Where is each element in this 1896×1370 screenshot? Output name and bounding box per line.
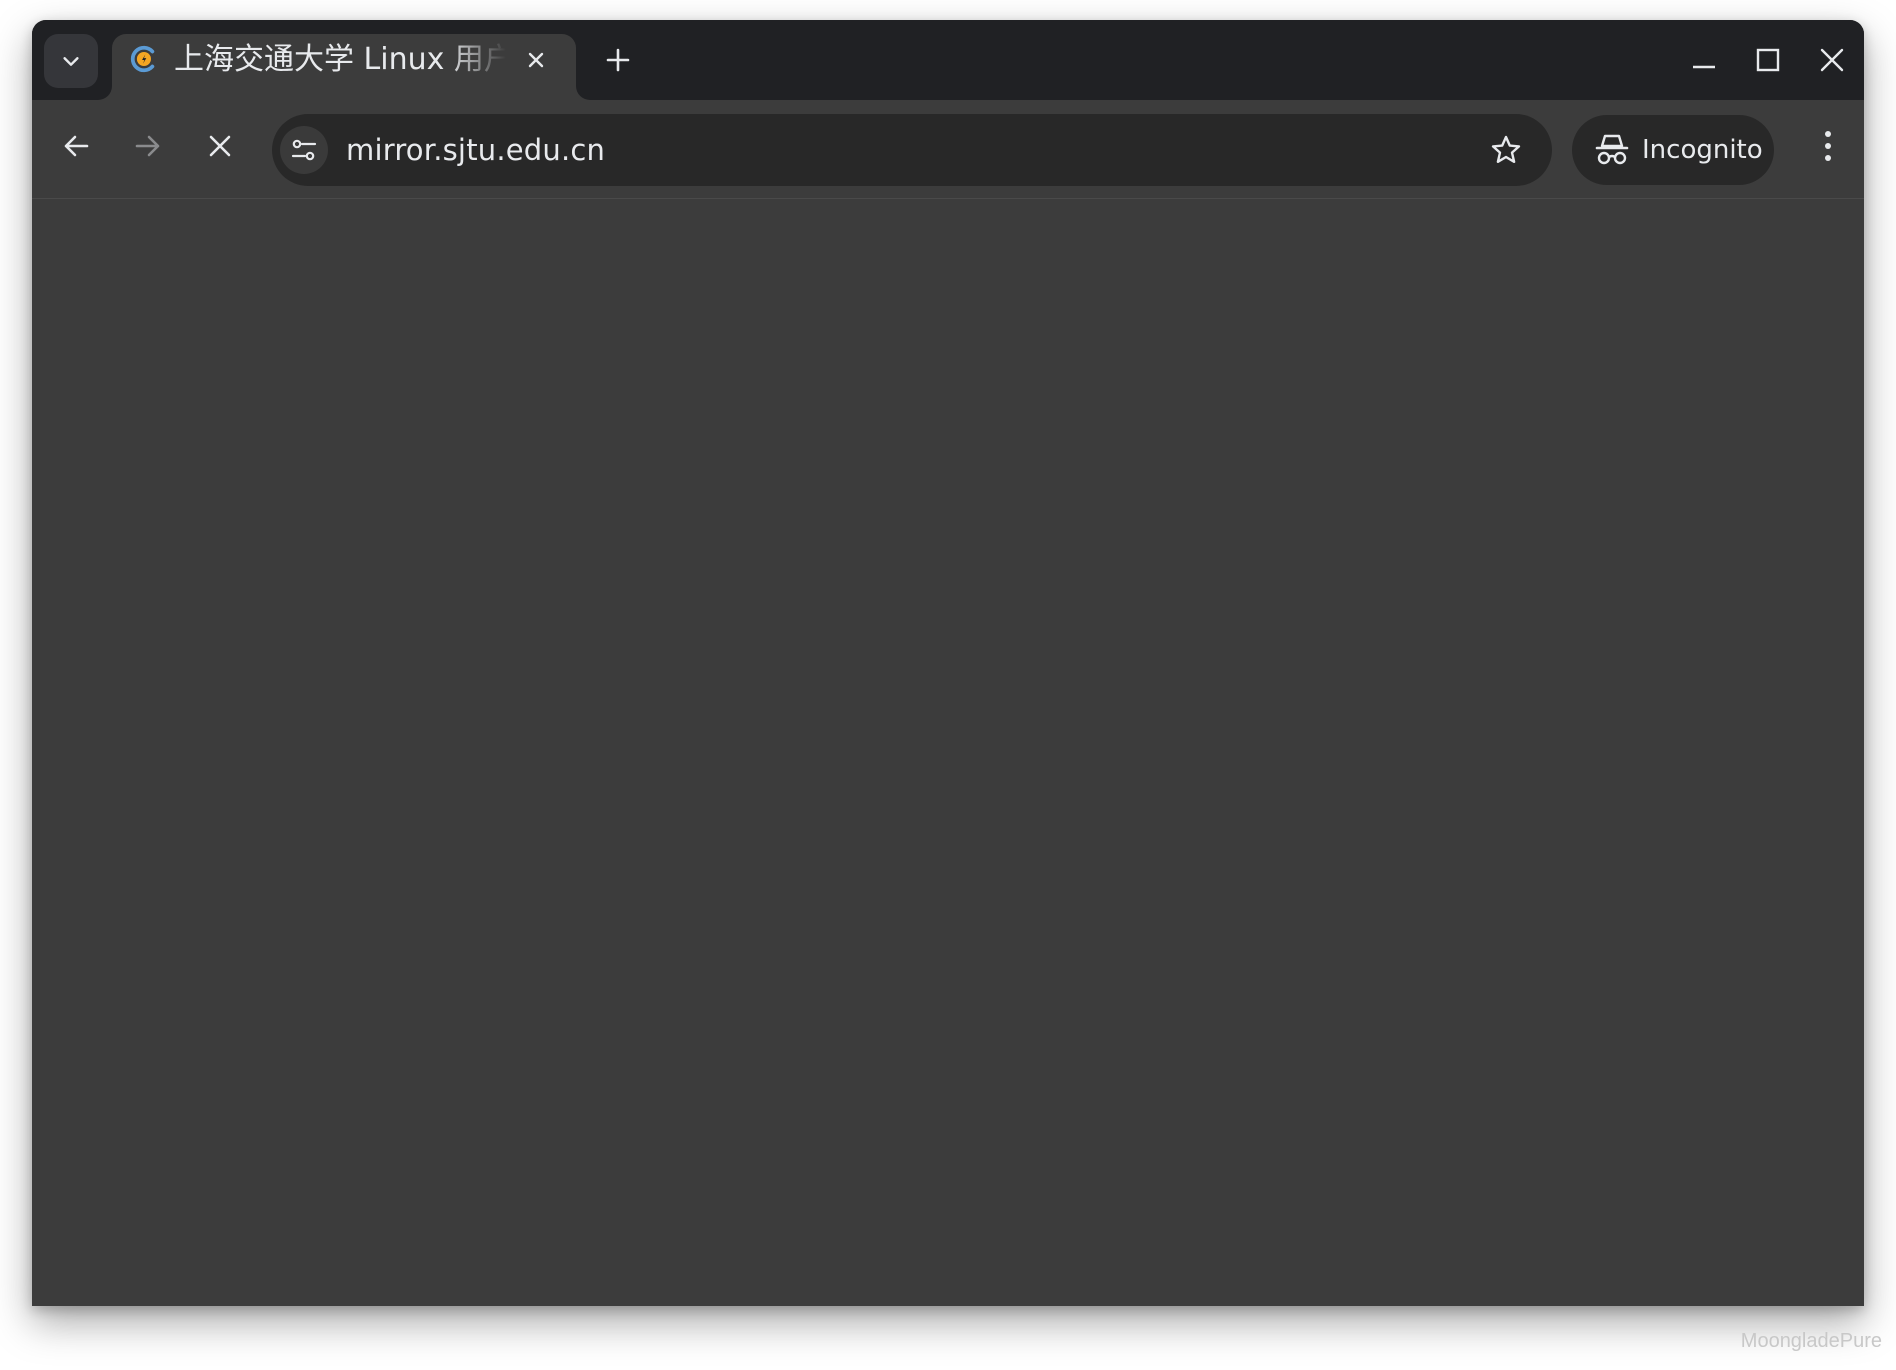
chevron-down-icon: [63, 57, 79, 66]
tab-close-button[interactable]: [520, 44, 552, 76]
incognito-profile-button[interactable]: Incognito: [1572, 115, 1774, 185]
close-icon: [528, 52, 544, 68]
close-icon: [1820, 48, 1844, 72]
incognito-icon: [1595, 134, 1629, 165]
new-tab-button[interactable]: [598, 40, 638, 80]
incognito-label: Incognito: [1642, 135, 1763, 165]
minimize-icon: [1693, 65, 1715, 69]
maximize-button[interactable]: [1746, 38, 1790, 82]
arrow-right-icon: [135, 135, 160, 157]
kebab-menu-icon: [1825, 131, 1831, 161]
address-bar[interactable]: mirror.sjtu.edu.cn: [272, 114, 1552, 186]
forward-button[interactable]: [126, 124, 170, 168]
browser-menu-button[interactable]: [1806, 124, 1850, 168]
maximize-icon: [1756, 48, 1780, 72]
tab-strip: 上海交通大学 Linux 用户组: [32, 20, 1864, 100]
tune-icon: [291, 139, 317, 161]
close-icon: [209, 135, 231, 157]
browser-window: 上海交通大学 Linux 用户组: [32, 20, 1864, 1306]
tab-search-button[interactable]: [44, 34, 98, 88]
star-icon: [1491, 135, 1521, 163]
bookmark-button[interactable]: [1484, 128, 1528, 172]
watermark: MoongladePure: [1740, 1330, 1882, 1352]
plus-icon: [606, 48, 630, 72]
active-tab[interactable]: 上海交通大学 Linux 用户组: [112, 34, 576, 100]
close-window-button[interactable]: [1810, 38, 1854, 82]
url-text[interactable]: mirror.sjtu.edu.cn: [346, 114, 605, 186]
arrow-left-icon: [64, 135, 89, 157]
sjtug-logo-icon: [130, 45, 155, 73]
site-info-button[interactable]: [280, 126, 328, 174]
tab-title: 上海交通大学 Linux 用户组: [174, 42, 506, 77]
minimize-button[interactable]: [1682, 38, 1726, 82]
stop-loading-button[interactable]: [198, 124, 242, 168]
page-content[interactable]: [32, 199, 1864, 1306]
toolbar: mirror.sjtu.edu.cn Incognito: [32, 100, 1864, 199]
back-button[interactable]: [54, 124, 98, 168]
